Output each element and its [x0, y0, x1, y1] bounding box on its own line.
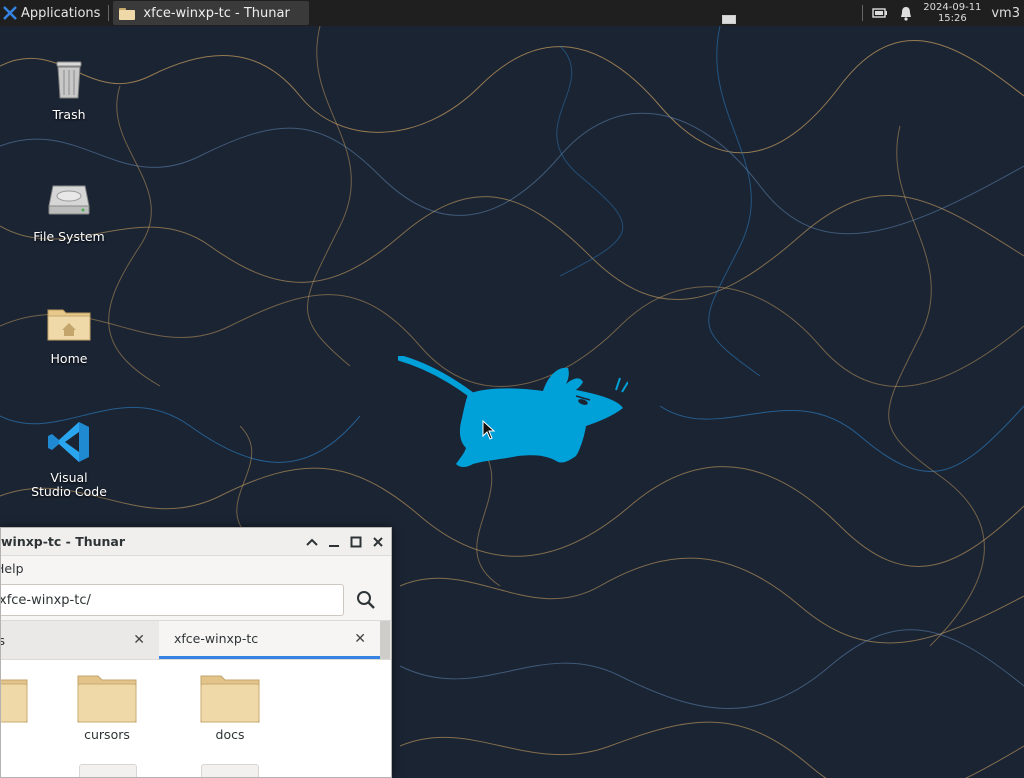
xfce-logo-icon: [3, 6, 17, 20]
close-tab-icon[interactable]: ✕: [133, 632, 145, 648]
minimize-icon: [329, 544, 339, 547]
applications-label: Applications: [21, 5, 101, 21]
desktop-icon-label: File System: [33, 229, 105, 244]
panel-separator: [108, 5, 110, 21]
folder-icon: [1, 679, 28, 723]
folder-icon: [119, 7, 136, 20]
workspace-switcher[interactable]: [722, 14, 737, 24]
thunar-window[interactable]: winxp-tc - Thunar Help xfce-winxp-tc/ ls…: [0, 527, 392, 778]
tabbar-scroll[interactable]: [380, 621, 390, 659]
folder-icon: [201, 764, 259, 777]
chevron-up-icon: [306, 538, 318, 546]
notification-bell-icon[interactable]: [898, 5, 914, 21]
minimize-button[interactable]: [323, 531, 345, 553]
folder-icon: [200, 675, 260, 723]
clock-date: 2024-09-11: [923, 2, 982, 13]
top-panel: Applications xfce-winxp-tc - Thunar 2024…: [0, 0, 1024, 26]
file-name: docs: [215, 727, 245, 742]
tab-label: ls: [1, 633, 5, 648]
desktop-icon-label: Home: [50, 351, 88, 366]
panel-separator: [862, 5, 864, 21]
tab-ls[interactable]: ls ✕: [1, 621, 159, 659]
close-button[interactable]: [367, 531, 389, 553]
location-path: xfce-winxp-tc/: [0, 592, 91, 608]
close-icon: [373, 536, 383, 547]
file-item[interactable]: cursors: [62, 672, 152, 742]
battery-icon[interactable]: [872, 5, 888, 21]
home-folder-icon: [47, 309, 91, 341]
desktop-icon-vscode[interactable]: Visual Studio Code: [19, 418, 119, 499]
desktop-icon-label: Trash: [52, 107, 86, 122]
window-titlebar[interactable]: winxp-tc - Thunar: [1, 528, 391, 556]
desktop-icon-label: Visual Studio Code: [31, 470, 107, 499]
tab-xfce-winxp-tc[interactable]: xfce-winxp-tc ✕: [159, 621, 380, 659]
folder-icon: [79, 764, 137, 777]
desktop-icon-file-system[interactable]: File System: [19, 176, 119, 244]
xfce-mouse-logo: [398, 356, 628, 467]
file-view[interactable]: cursors docs: [1, 660, 391, 777]
file-name: cursors: [84, 727, 130, 742]
trash-icon: [56, 61, 82, 99]
search-button[interactable]: [348, 584, 384, 616]
file-item[interactable]: docs: [185, 672, 275, 742]
mouse-pointer-icon: [482, 420, 496, 440]
file-item[interactable]: [1, 672, 43, 727]
tab-bar: ls ✕ xfce-winxp-tc ✕: [1, 620, 391, 660]
taskbar-button-thunar[interactable]: xfce-winxp-tc - Thunar: [113, 1, 310, 25]
menubar: Help: [1, 556, 391, 580]
window-menu-button[interactable]: [301, 531, 323, 553]
vscode-icon: [48, 422, 89, 462]
location-input[interactable]: xfce-winxp-tc/: [0, 584, 344, 616]
maximize-icon: [350, 536, 362, 547]
location-bar: xfce-winxp-tc/: [1, 580, 391, 620]
taskbar-button-label: xfce-winxp-tc - Thunar: [143, 5, 290, 21]
menu-help[interactable]: Help: [1, 561, 24, 576]
maximize-button[interactable]: [345, 531, 367, 553]
hard-drive-icon: [48, 185, 90, 215]
desktop-icon-trash[interactable]: Trash: [19, 54, 119, 122]
search-icon: [357, 591, 375, 609]
desktop-icon-home[interactable]: Home: [19, 298, 119, 366]
clock-time: 15:26: [937, 13, 967, 24]
close-tab-icon[interactable]: ✕: [354, 631, 366, 647]
user-menu[interactable]: vm3: [985, 6, 1024, 21]
tab-label: xfce-winxp-tc: [174, 631, 259, 646]
window-title: winxp-tc - Thunar: [1, 534, 126, 549]
applications-menu-button[interactable]: Applications: [0, 0, 104, 26]
folder-icon: [77, 675, 137, 723]
panel-clock[interactable]: 2024-09-11 15:26: [919, 2, 985, 24]
